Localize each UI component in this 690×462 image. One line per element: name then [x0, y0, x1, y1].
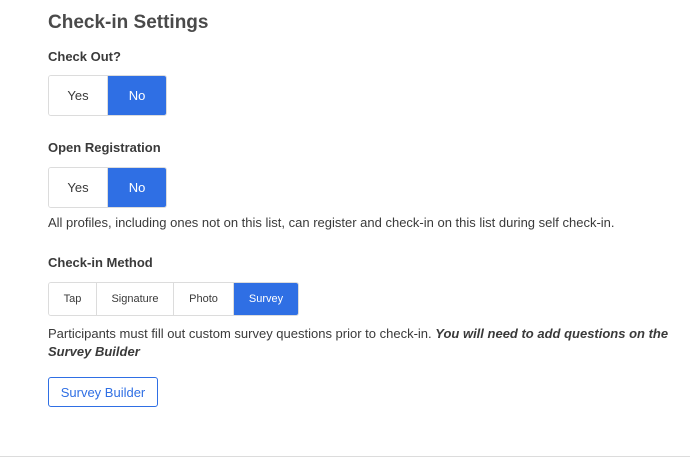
survey-builder-button[interactable]: Survey Builder: [48, 377, 158, 407]
open-registration-description: All profiles, including ones not on this…: [48, 215, 615, 230]
checkin-method-label: Check-in Method: [48, 255, 153, 270]
section-title: Check-in Settings: [48, 12, 209, 33]
checkin-method-tap-button[interactable]: Tap: [49, 283, 97, 315]
checkin-method-toggle: Tap Signature Photo Survey: [48, 282, 299, 316]
checkin-method-description-text: Participants must fill out custom survey…: [48, 326, 432, 341]
check-out-label: Check Out?: [48, 49, 121, 64]
open-registration-no-button[interactable]: No: [108, 168, 166, 207]
check-out-toggle: Yes No: [48, 75, 167, 116]
open-registration-yes-button[interactable]: Yes: [49, 168, 108, 207]
checkin-method-description: Participants must fill out custom survey…: [48, 325, 673, 361]
checkin-method-survey-button[interactable]: Survey: [234, 283, 298, 315]
bottom-divider: [0, 456, 690, 457]
open-registration-label: Open Registration: [48, 140, 161, 155]
checkin-method-signature-button[interactable]: Signature: [97, 283, 174, 315]
check-out-yes-button[interactable]: Yes: [49, 76, 108, 115]
open-registration-toggle: Yes No: [48, 167, 167, 208]
checkin-method-photo-button[interactable]: Photo: [174, 283, 234, 315]
check-out-no-button[interactable]: No: [108, 76, 166, 115]
